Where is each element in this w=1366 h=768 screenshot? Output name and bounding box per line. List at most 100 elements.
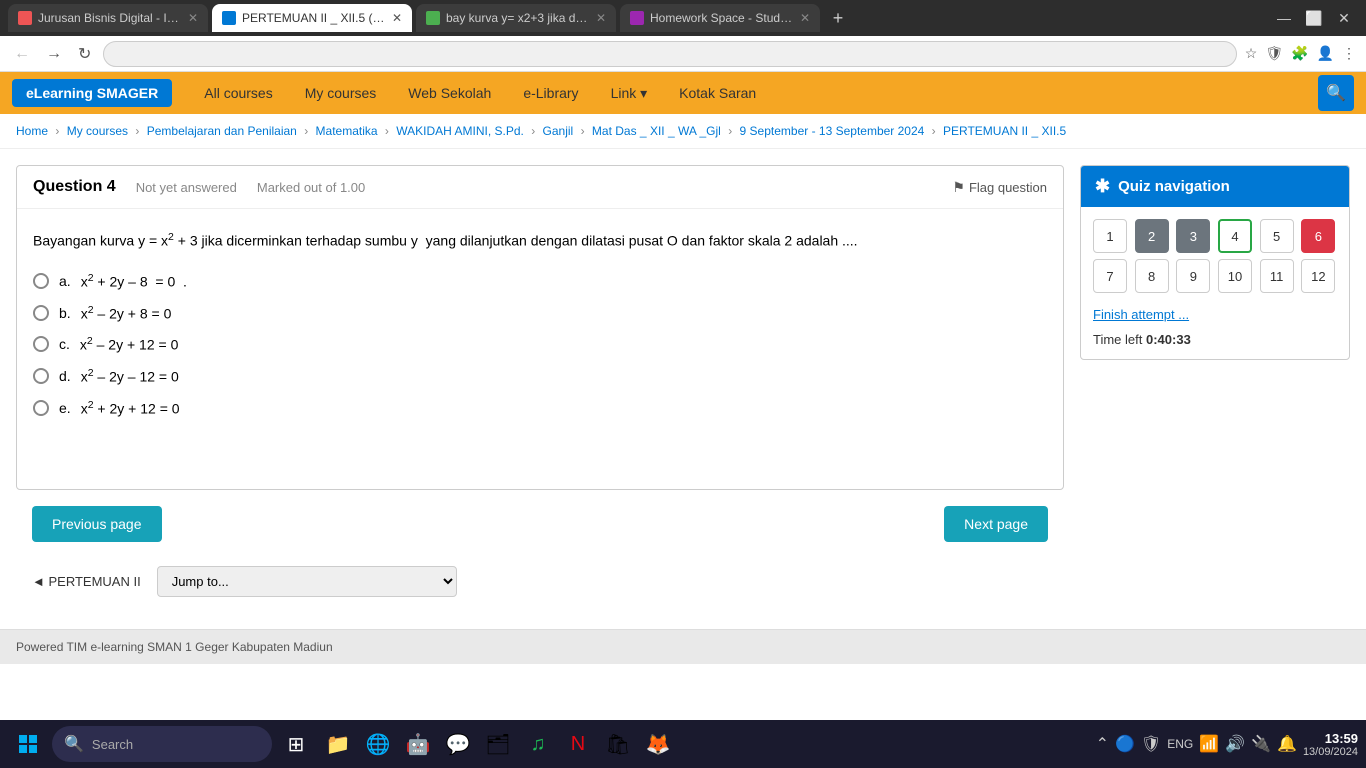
tab-title-1: Jurusan Bisnis Digital - Informa...	[38, 11, 182, 25]
flag-icon: ⚑	[952, 179, 965, 196]
nav-all-courses[interactable]: All courses	[188, 77, 288, 110]
taskbar-clock[interactable]: 13:59 13/09/2024	[1303, 731, 1358, 758]
radio-d[interactable]	[33, 368, 49, 384]
taskbar-app-store[interactable]: 🛍	[600, 726, 636, 762]
quiz-nav-num-11[interactable]: 11	[1260, 259, 1294, 293]
quiz-nav-num-1[interactable]: 1	[1093, 219, 1127, 253]
flag-label: Flag question	[969, 180, 1047, 195]
nav-kotak-saran[interactable]: Kotak Saran	[663, 77, 772, 110]
nav-link[interactable]: Link ▾	[595, 77, 664, 110]
quiz-nav-num-4[interactable]: 4	[1218, 219, 1252, 253]
volume-icon[interactable]: 🔊	[1225, 734, 1245, 754]
option-a[interactable]: a. x2 + 2y – 8 = 0 .	[33, 272, 1047, 290]
nav-links: All courses My courses Web Sekolah e-Lib…	[188, 77, 1318, 110]
back-button[interactable]: ←	[10, 41, 34, 67]
breadcrumb-pertemuan[interactable]: PERTEMUAN II _ XII.5	[943, 124, 1066, 138]
address-input[interactable]: 10.10.13.10/mod/quiz/attempt.php?attempt…	[103, 41, 1236, 67]
radio-c[interactable]	[33, 336, 49, 352]
quiz-nav-num-6[interactable]: 6	[1301, 219, 1335, 253]
forward-button[interactable]: →	[42, 41, 66, 67]
taskbar-app-spotify[interactable]: ♫	[520, 726, 556, 762]
breadcrumb-my-courses[interactable]: My courses	[67, 124, 128, 138]
nav-web-sekolah[interactable]: Web Sekolah	[392, 77, 507, 110]
new-tab-button[interactable]: +	[824, 4, 852, 32]
menu-icon[interactable]: ⋮	[1342, 45, 1356, 62]
nav-elibrary[interactable]: e-Library	[507, 77, 594, 110]
option-value-c: x2 – 2y + 12 = 0	[80, 335, 178, 353]
taskbar-app-browser[interactable]: 🦊	[640, 726, 676, 762]
security-icon[interactable]: 🛡	[1141, 734, 1161, 754]
maximize-button[interactable]: ⬜	[1300, 4, 1328, 32]
main-container: Question 4 Not yet answered Marked out o…	[0, 149, 1366, 629]
option-e[interactable]: e. x2 + 2y + 12 = 0	[33, 399, 1047, 417]
tab-title-3: bay kurva y= x2+3 jika dicermin...	[446, 11, 590, 25]
tab-close-2[interactable]: ✕	[392, 11, 402, 25]
radio-b[interactable]	[33, 305, 49, 321]
next-page-button[interactable]: Next page	[944, 506, 1048, 542]
quiz-nav-num-9[interactable]: 9	[1176, 259, 1210, 293]
profile-icon[interactable]: 👤	[1317, 45, 1334, 62]
quiz-nav-num-3[interactable]: 3	[1176, 219, 1210, 253]
option-c[interactable]: c. x2 – 2y + 12 = 0	[33, 335, 1047, 353]
bluetooth-icon[interactable]: 🔵	[1115, 734, 1135, 754]
bookmark-icon[interactable]: ☆	[1245, 45, 1258, 62]
breadcrumb-sep-2: ›	[135, 124, 139, 138]
tab-close-3[interactable]: ✕	[596, 11, 606, 25]
quiz-nav-num-5[interactable]: 5	[1260, 219, 1294, 253]
options-list: a. x2 + 2y – 8 = 0 . b. x2 – 2y + 8 = 0 …	[33, 272, 1047, 416]
breadcrumb-wakidah[interactable]: WAKIDAH AMINI, S.Pd.	[396, 124, 524, 138]
taskbar-app-netflix[interactable]: N	[560, 726, 596, 762]
breadcrumb-home[interactable]: Home	[16, 124, 48, 138]
tab-close-1[interactable]: ✕	[188, 11, 198, 25]
option-d[interactable]: d. x2 – 2y – 12 = 0	[33, 367, 1047, 385]
refresh-button[interactable]: ↻	[74, 40, 95, 68]
flag-question-button[interactable]: ⚑ Flag question	[952, 179, 1047, 196]
jump-dropdown[interactable]: Jump to...	[157, 566, 457, 597]
tab-homework[interactable]: Homework Space - StudyX ✕	[620, 4, 820, 32]
tab-bay-kurva[interactable]: bay kurva y= x2+3 jika dicermin... ✕	[416, 4, 616, 32]
nav-search-button[interactable]: 🔍	[1318, 75, 1354, 111]
breadcrumb-pembelajaran[interactable]: Pembelajaran dan Penilaian	[147, 124, 297, 138]
taskbar-search-box[interactable]: 🔍 Search	[52, 726, 272, 762]
start-button[interactable]	[8, 724, 48, 764]
radio-e[interactable]	[33, 400, 49, 416]
usb-icon[interactable]: 🔌	[1251, 734, 1271, 754]
breadcrumb-mat-das[interactable]: Mat Das _ XII _ WA _Gjl	[592, 124, 721, 138]
nav-brand[interactable]: eLearning SMAGER	[12, 79, 172, 107]
question-body: Bayangan kurva y = x2 + 3 jika dicermink…	[17, 209, 1063, 436]
taskbar-app-teams[interactable]: 💬	[440, 726, 476, 762]
close-button[interactable]: ✕	[1330, 4, 1358, 32]
tab-jurusan-bisnis[interactable]: Jurusan Bisnis Digital - Informa... ✕	[8, 4, 208, 32]
quiz-nav-num-2[interactable]: 2	[1135, 219, 1169, 253]
quiz-nav-num-7[interactable]: 7	[1093, 259, 1127, 293]
notification-icon[interactable]: 🔔	[1277, 734, 1297, 754]
prev-page-button[interactable]: Previous page	[32, 506, 162, 542]
minimize-button[interactable]: —	[1270, 4, 1298, 32]
option-value-d: x2 – 2y – 12 = 0	[81, 367, 179, 385]
breadcrumb-ganjil[interactable]: Ganjil	[543, 124, 574, 138]
breadcrumb-sep-7: ›	[728, 124, 732, 138]
wifi-icon[interactable]: 📶	[1199, 734, 1219, 754]
quiz-nav-num-12[interactable]: 12	[1301, 259, 1335, 293]
extensions-icon[interactable]: 🧩	[1291, 45, 1308, 62]
quiz-nav-num-8[interactable]: 8	[1135, 259, 1169, 293]
tab-close-4[interactable]: ✕	[800, 11, 810, 25]
breadcrumb: Home › My courses › Pembelajaran dan Pen…	[0, 114, 1366, 149]
taskbar-app-edge[interactable]: 🌐	[360, 726, 396, 762]
chevron-up-icon[interactable]: ⌃	[1096, 734, 1109, 754]
radio-a[interactable]	[33, 273, 49, 289]
taskbar-time-value: 13:59	[1303, 731, 1358, 746]
taskbar-app-file-explorer[interactable]: 📁	[320, 726, 356, 762]
option-b[interactable]: b. x2 – 2y + 8 = 0	[33, 304, 1047, 322]
tab-favicon-4	[630, 11, 644, 25]
breadcrumb-date[interactable]: 9 September - 13 September 2024	[740, 124, 925, 138]
pertemuan-link[interactable]: ◄ PERTEMUAN II	[32, 574, 141, 589]
tab-pertemuan[interactable]: PERTEMUAN II _ XII.5 (page 4 o... ✕	[212, 4, 412, 32]
quiz-nav-num-10[interactable]: 10	[1218, 259, 1252, 293]
task-view-button[interactable]: ⊞	[276, 724, 316, 764]
taskbar-app-copilot[interactable]: 🤖	[400, 726, 436, 762]
breadcrumb-matematika[interactable]: Matematika	[316, 124, 378, 138]
taskbar-app-folder[interactable]: 🗂	[480, 726, 516, 762]
finish-attempt-link[interactable]: Finish attempt ...	[1093, 307, 1337, 322]
nav-my-courses[interactable]: My courses	[289, 77, 393, 110]
